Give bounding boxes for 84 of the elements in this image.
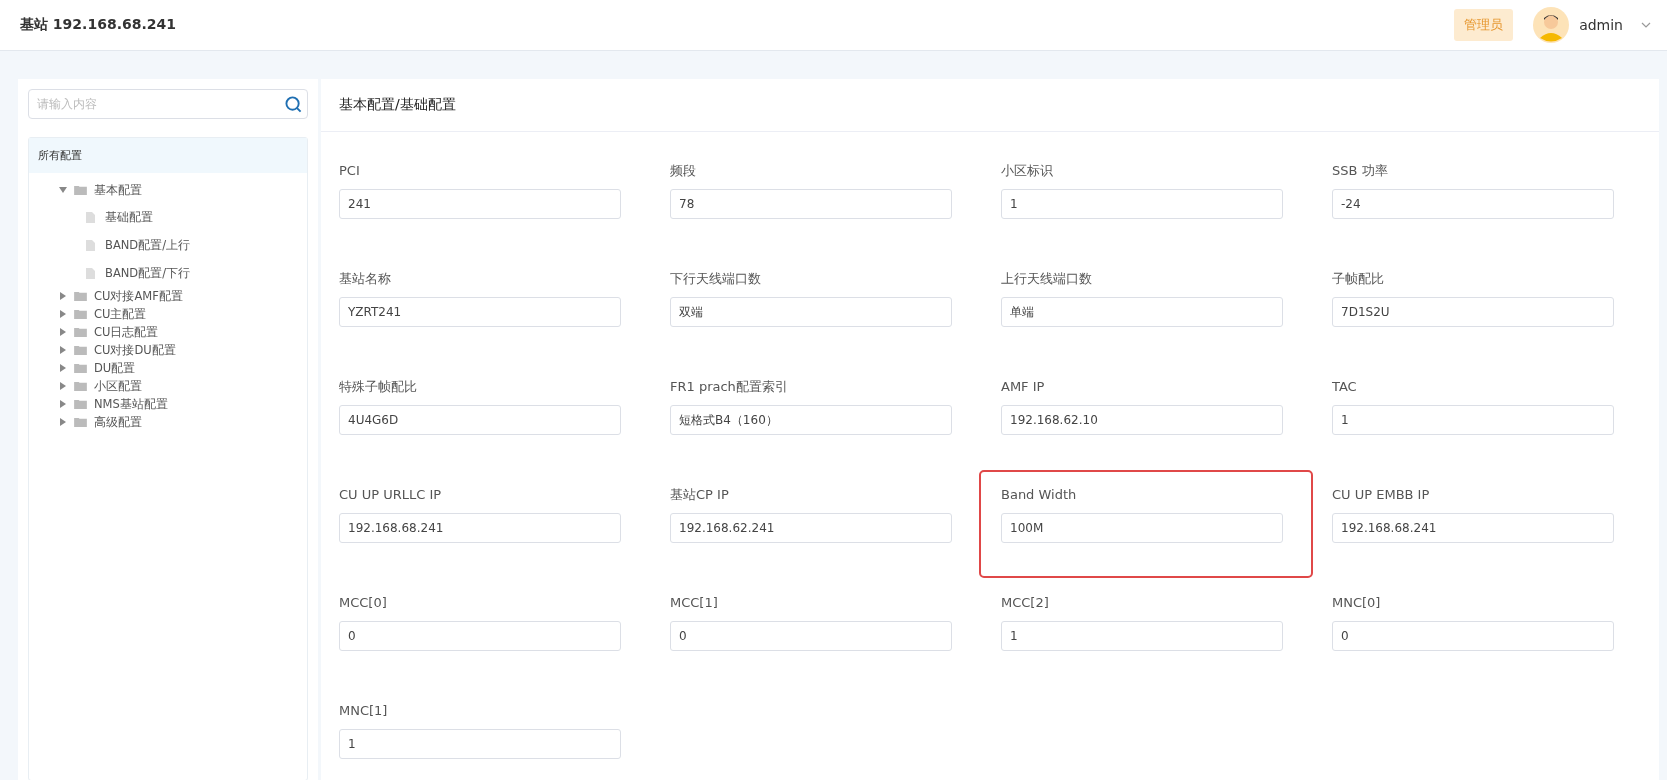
input-field[interactable]: YZRT241 <box>339 297 621 327</box>
role-badge: 管理员 <box>1454 9 1514 41</box>
file-icon <box>86 267 95 279</box>
input-field[interactable]: 双端 <box>670 297 952 327</box>
caret-icon[interactable] <box>1641 22 1651 28</box>
user-name[interactable]: admin <box>1579 17 1623 33</box>
field-label: SSB 功率 <box>1332 162 1389 180</box>
folder-icon <box>74 309 87 319</box>
field-label: MCC[1] <box>670 594 719 612</box>
tree-item[interactable]: 基础配置 <box>105 209 153 225</box>
avatar-icon <box>1533 7 1570 43</box>
field-label: 频段 <box>670 162 697 180</box>
field-label: 子帧配比 <box>1332 270 1385 288</box>
expand-arrow-icon[interactable] <box>59 186 67 194</box>
input-field[interactable]: 241 <box>339 189 621 219</box>
folder-icon <box>74 417 87 427</box>
expand-arrow-icon[interactable] <box>59 292 67 300</box>
field-label: Band Width <box>1001 486 1078 504</box>
tree-item[interactable]: CU日志配置 <box>94 324 159 340</box>
tree-item[interactable]: 基本配置 <box>94 182 142 198</box>
tree-item[interactable]: BAND配置/上行 <box>105 237 191 253</box>
input-field[interactable]: 1 <box>1001 189 1283 219</box>
folder-icon <box>74 399 87 409</box>
file-icon <box>86 239 95 251</box>
tree-item[interactable]: BAND配置/下行 <box>105 265 191 281</box>
field-label: MCC[0] <box>339 594 388 612</box>
breadcrumb: 基本配置/基础配置 <box>321 79 1659 132</box>
input-field[interactable]: 0 <box>670 621 952 651</box>
field-label: CU UP URLLC IP <box>339 486 443 504</box>
input-field[interactable]: 78 <box>670 189 952 219</box>
input-field[interactable]: -24 <box>1332 189 1614 219</box>
file-icon <box>86 211 95 223</box>
input-field[interactable]: 192.168.68.241 <box>339 513 621 543</box>
field-label: MNC[1] <box>339 702 389 720</box>
input-field[interactable]: 7D1S2U <box>1332 297 1614 327</box>
tree-item[interactable]: 小区配置 <box>94 378 142 394</box>
field-label: 下行天线端口数 <box>670 270 762 288</box>
input-field[interactable]: 1 <box>1332 405 1614 435</box>
input-field[interactable]: 4U4G6D <box>339 405 621 435</box>
folder-icon <box>74 185 87 195</box>
expand-arrow-icon[interactable] <box>59 346 67 354</box>
folder-icon <box>74 345 87 355</box>
tree-item[interactable]: 高级配置 <box>94 414 142 430</box>
field-label: PCI <box>339 162 361 180</box>
folder-icon <box>74 291 87 301</box>
field-label: MCC[2] <box>1001 594 1050 612</box>
input-field[interactable]: 0 <box>1332 621 1614 651</box>
folder-icon <box>74 327 87 337</box>
folder-icon <box>74 363 87 373</box>
search-icon[interactable] <box>285 96 302 113</box>
field-label: TAC <box>1332 378 1358 396</box>
field-label: CU UP EMBB IP <box>1332 486 1431 504</box>
field-label: FR1 prach配置索引 <box>670 378 789 396</box>
tree-item[interactable]: CU主配置 <box>94 306 147 322</box>
tree-item[interactable]: CU对接DU配置 <box>94 342 176 358</box>
field-label: AMF IP <box>1001 378 1046 396</box>
tree-item[interactable]: DU配置 <box>94 360 136 376</box>
input-field[interactable]: 192.168.68.241 <box>1332 513 1614 543</box>
field-label: 特殊子帧配比 <box>339 378 418 396</box>
expand-arrow-icon[interactable] <box>59 382 67 390</box>
field-label: MNC[0] <box>1332 594 1382 612</box>
field-label: 小区标识 <box>1001 162 1054 180</box>
expand-arrow-icon[interactable] <box>59 328 67 336</box>
input-field[interactable]: 0 <box>339 621 621 651</box>
field-label: 基站CP IP <box>670 486 730 504</box>
input-field[interactable]: 单端 <box>1001 297 1283 327</box>
input-field[interactable]: 短格式B4（160） <box>670 405 952 435</box>
expand-arrow-icon[interactable] <box>59 364 67 372</box>
tree-root[interactable]: 所有配置 <box>29 138 307 173</box>
expand-arrow-icon[interactable] <box>59 418 67 426</box>
search-field[interactable]: 请输入内容 <box>28 89 308 119</box>
input-field[interactable]: 1 <box>339 729 621 759</box>
folder-icon <box>74 381 87 391</box>
input-field[interactable]: 1 <box>1001 621 1283 651</box>
expand-arrow-icon[interactable] <box>59 310 67 318</box>
input-field[interactable]: 192.168.62.10 <box>1001 405 1283 435</box>
tree-item[interactable]: NMS基站配置 <box>94 396 168 412</box>
expand-arrow-icon[interactable] <box>59 400 67 408</box>
field-label: 上行天线端口数 <box>1001 270 1093 288</box>
field-label: 基站名称 <box>339 270 392 288</box>
input-field[interactable]: 192.168.62.241 <box>670 513 952 543</box>
input-field[interactable]: 100M <box>1001 513 1283 543</box>
site-title: 基站 192.168.68.241 <box>20 16 176 34</box>
tree-item[interactable]: CU对接AMF配置 <box>94 288 183 304</box>
